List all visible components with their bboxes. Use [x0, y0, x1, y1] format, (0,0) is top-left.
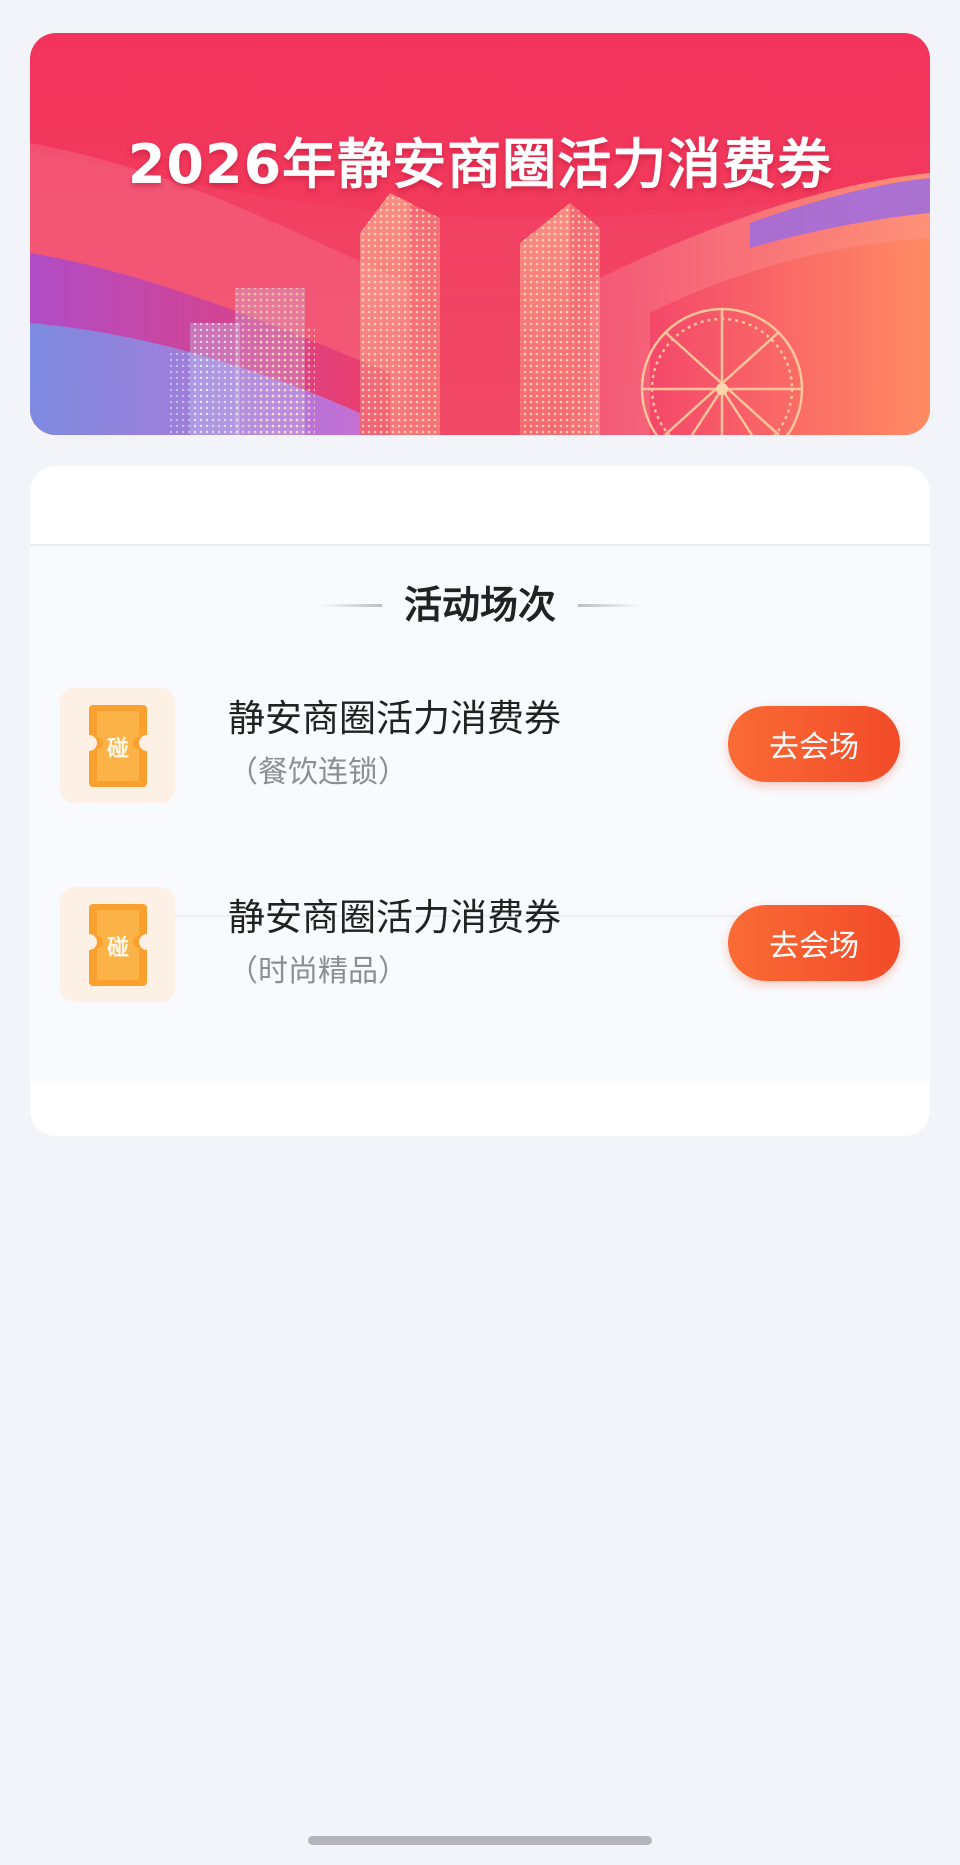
- svg-text:碰: 碰: [106, 736, 128, 762]
- ticket-icon: 碰: [60, 688, 175, 803]
- home-indicator[interactable]: [308, 1836, 652, 1845]
- go-to-venue-button[interactable]: 去会场: [728, 905, 900, 981]
- session-subtitle: （时尚精品）: [228, 954, 408, 989]
- section-heading: 活动场次: [30, 586, 930, 624]
- banner-title: 2026年静安商圈活力消费券: [127, 133, 833, 196]
- heading-divider-right: [578, 603, 640, 607]
- session-item[interactable]: 碰 静安商圈活力消费券 （餐饮连锁） 去会场: [60, 688, 900, 917]
- go-to-venue-button[interactable]: 去会场: [728, 706, 900, 782]
- city-skyline-illustration: [30, 143, 930, 435]
- ticket-icon: 碰: [60, 887, 175, 1002]
- card-header-area: [30, 466, 930, 546]
- section-title: 活动场次: [403, 583, 556, 627]
- page: 2026年静安商圈活力消费券 活动场次 碰 静安商圈活力消费券 （餐饮连锁） 去…: [0, 0, 960, 1865]
- session-item[interactable]: 碰 静安商圈活力消费券 （时尚精品） 去会场: [60, 887, 900, 1114]
- svg-text:碰: 碰: [106, 935, 128, 961]
- activity-card: 活动场次 碰 静安商圈活力消费券 （餐饮连锁） 去会场 碰 静安商圈活力消费券 …: [30, 466, 930, 1136]
- session-title: 静安商圈活力消费券: [228, 697, 561, 740]
- session-title: 静安商圈活力消费券: [228, 896, 561, 939]
- heading-divider-left: [319, 603, 382, 607]
- promo-banner[interactable]: 2026年静安商圈活力消费券: [30, 33, 930, 435]
- session-list: 碰 静安商圈活力消费券 （餐饮连锁） 去会场 碰 静安商圈活力消费券 （时尚精品…: [60, 688, 900, 1114]
- session-subtitle: （餐饮连锁）: [228, 755, 408, 790]
